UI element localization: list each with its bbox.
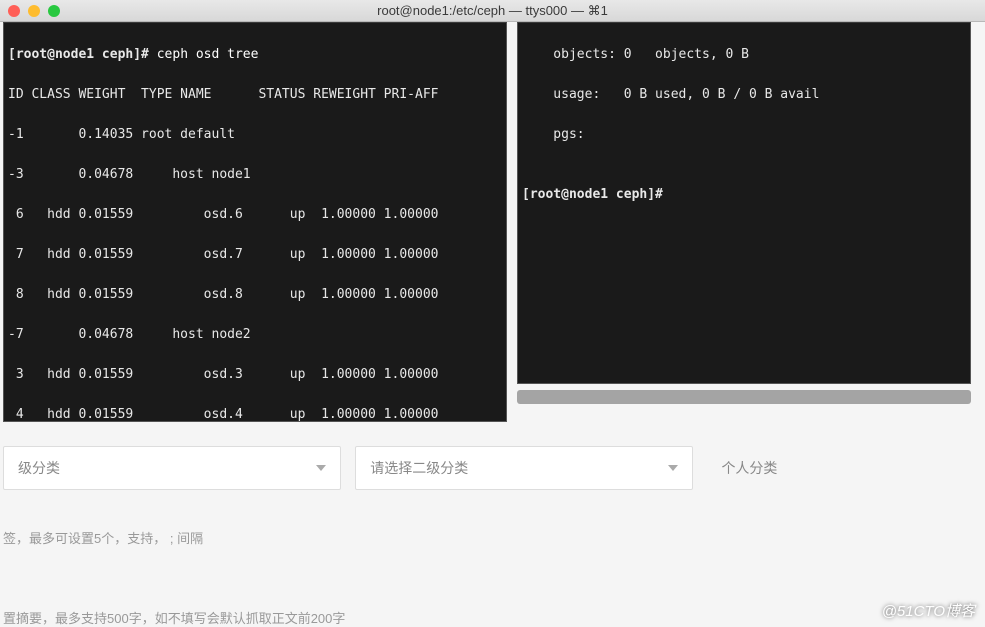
select-label: 级分类 xyxy=(18,458,60,478)
window-title: root@node1:/etc/ceph — ttys000 — ⌘1 xyxy=(377,3,608,19)
status-line: pgs: xyxy=(522,125,966,145)
window-titlebar: root@node1:/etc/ceph — ttys000 — ⌘1 xyxy=(0,0,985,22)
personal-category-select[interactable]: 个人分类 xyxy=(707,446,982,490)
select-label: 请选择二级分类 xyxy=(370,458,468,478)
terminal-right-pane[interactable]: objects: 0 objects, 0 B usage: 0 B used,… xyxy=(517,22,971,384)
minimize-icon[interactable] xyxy=(28,5,40,17)
status-line: objects: 0 objects, 0 B xyxy=(522,45,966,65)
primary-category-select[interactable]: 级分类 xyxy=(3,446,341,490)
osd-tree-row: -1 0.14035 root default xyxy=(8,125,502,145)
shell-command: ceph osd tree xyxy=(157,47,259,62)
close-icon[interactable] xyxy=(8,5,20,17)
shell-prompt: [root@node1 ceph]# xyxy=(8,47,149,62)
osd-tree-row: 7 hdd 0.01559 osd.7 up 1.00000 1.00000 xyxy=(8,245,502,265)
category-select-row: 级分类 请选择二级分类 个人分类 xyxy=(3,440,982,496)
zoom-icon[interactable] xyxy=(48,5,60,17)
watermark-text: @51CTO博客 xyxy=(882,600,975,621)
osd-tree-row: 8 hdd 0.01559 osd.8 up 1.00000 1.00000 xyxy=(8,285,502,305)
shell-prompt: [root@node1 ceph]# xyxy=(522,185,966,205)
terminal-left-pane[interactable]: [root@node1 ceph]# ceph osd tree ID CLAS… xyxy=(3,22,507,422)
summary-hint-text: 置摘要，最多支持500字，如不填写会默认抓取正文前200字 xyxy=(3,608,345,627)
osd-tree-header: ID CLASS WEIGHT TYPE NAME STATUS REWEIGH… xyxy=(8,85,502,105)
osd-tree-row: -3 0.04678 host node1 xyxy=(8,165,502,185)
secondary-category-select[interactable]: 请选择二级分类 xyxy=(355,446,693,490)
osd-tree-row: 3 hdd 0.01559 osd.3 up 1.00000 1.00000 xyxy=(8,365,502,385)
osd-tree-row: 6 hdd 0.01559 osd.6 up 1.00000 1.00000 xyxy=(8,205,502,225)
select-label: 个人分类 xyxy=(721,458,777,478)
status-line: usage: 0 B used, 0 B / 0 B avail xyxy=(522,85,966,105)
traffic-lights xyxy=(8,5,60,17)
osd-tree-row: 4 hdd 0.01559 osd.4 up 1.00000 1.00000 xyxy=(8,405,502,422)
chevron-down-icon xyxy=(668,465,678,471)
scrollbar-horizontal[interactable] xyxy=(517,390,971,404)
chevron-down-icon xyxy=(316,465,326,471)
tags-hint-text: 签，最多可设置5个，支持， ; 间隔 xyxy=(3,528,203,547)
osd-tree-row: -7 0.04678 host node2 xyxy=(8,325,502,345)
